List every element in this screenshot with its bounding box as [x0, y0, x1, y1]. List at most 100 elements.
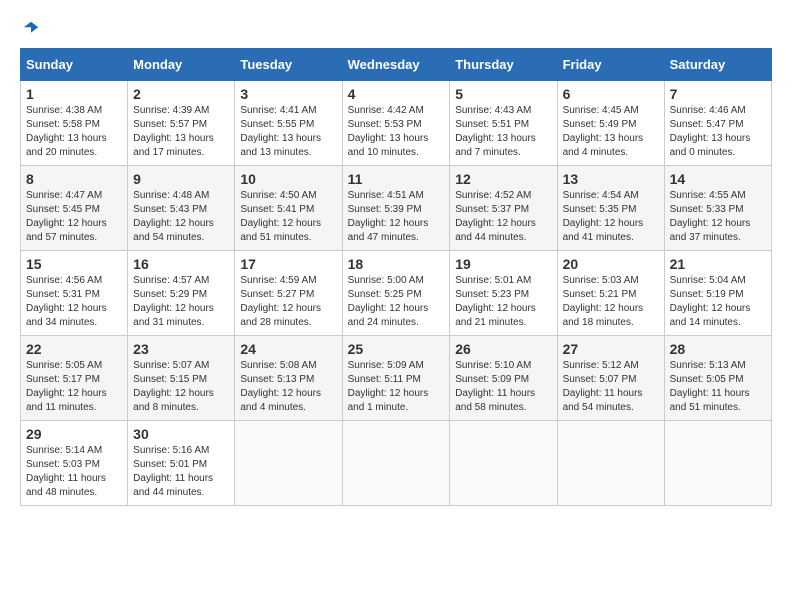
day-info: Sunrise: 4:52 AMSunset: 5:37 PMDaylight:… — [455, 190, 536, 243]
day-number: 17 — [240, 256, 336, 272]
calendar-day-cell: 28 Sunrise: 5:13 AMSunset: 5:05 PMDaylig… — [664, 336, 771, 421]
day-number: 30 — [133, 426, 229, 442]
day-number: 16 — [133, 256, 229, 272]
day-number: 19 — [455, 256, 551, 272]
weekday-header: Tuesday — [235, 49, 342, 81]
calendar-week-row: 29 Sunrise: 5:14 AMSunset: 5:03 PMDaylig… — [21, 421, 772, 506]
calendar-table: SundayMondayTuesdayWednesdayThursdayFrid… — [20, 48, 772, 506]
calendar-day-cell — [664, 421, 771, 506]
day-info: Sunrise: 5:13 AMSunset: 5:05 PMDaylight:… — [670, 360, 750, 413]
day-number: 6 — [563, 86, 659, 102]
day-number: 2 — [133, 86, 229, 102]
calendar-day-cell: 30 Sunrise: 5:16 AMSunset: 5:01 PMDaylig… — [128, 421, 235, 506]
day-info: Sunrise: 4:42 AMSunset: 5:53 PMDaylight:… — [348, 105, 429, 158]
weekday-header: Saturday — [664, 49, 771, 81]
day-info: Sunrise: 4:59 AMSunset: 5:27 PMDaylight:… — [240, 275, 321, 328]
day-info: Sunrise: 5:16 AMSunset: 5:01 PMDaylight:… — [133, 445, 213, 498]
weekday-header: Wednesday — [342, 49, 450, 81]
day-number: 9 — [133, 171, 229, 187]
calendar-day-cell: 20 Sunrise: 5:03 AMSunset: 5:21 PMDaylig… — [557, 251, 664, 336]
calendar-day-cell: 7 Sunrise: 4:46 AMSunset: 5:47 PMDayligh… — [664, 81, 771, 166]
calendar-day-cell: 1 Sunrise: 4:38 AMSunset: 5:58 PMDayligh… — [21, 81, 128, 166]
day-number: 23 — [133, 341, 229, 357]
calendar-day-cell: 8 Sunrise: 4:47 AMSunset: 5:45 PMDayligh… — [21, 166, 128, 251]
calendar-day-cell: 10 Sunrise: 4:50 AMSunset: 5:41 PMDaylig… — [235, 166, 342, 251]
day-number: 5 — [455, 86, 551, 102]
day-info: Sunrise: 4:54 AMSunset: 5:35 PMDaylight:… — [563, 190, 644, 243]
calendar-week-row: 15 Sunrise: 4:56 AMSunset: 5:31 PMDaylig… — [21, 251, 772, 336]
calendar-day-cell: 21 Sunrise: 5:04 AMSunset: 5:19 PMDaylig… — [664, 251, 771, 336]
day-number: 18 — [348, 256, 445, 272]
day-info: Sunrise: 5:04 AMSunset: 5:19 PMDaylight:… — [670, 275, 751, 328]
day-number: 25 — [348, 341, 445, 357]
day-info: Sunrise: 5:03 AMSunset: 5:21 PMDaylight:… — [563, 275, 644, 328]
calendar-week-row: 8 Sunrise: 4:47 AMSunset: 5:45 PMDayligh… — [21, 166, 772, 251]
day-number: 10 — [240, 171, 336, 187]
day-info: Sunrise: 4:48 AMSunset: 5:43 PMDaylight:… — [133, 190, 214, 243]
calendar-day-cell: 2 Sunrise: 4:39 AMSunset: 5:57 PMDayligh… — [128, 81, 235, 166]
weekday-header: Friday — [557, 49, 664, 81]
calendar-week-row: 22 Sunrise: 5:05 AMSunset: 5:17 PMDaylig… — [21, 336, 772, 421]
calendar-day-cell: 22 Sunrise: 5:05 AMSunset: 5:17 PMDaylig… — [21, 336, 128, 421]
day-info: Sunrise: 4:45 AMSunset: 5:49 PMDaylight:… — [563, 105, 644, 158]
day-info: Sunrise: 5:01 AMSunset: 5:23 PMDaylight:… — [455, 275, 536, 328]
calendar-day-cell: 16 Sunrise: 4:57 AMSunset: 5:29 PMDaylig… — [128, 251, 235, 336]
day-info: Sunrise: 5:12 AMSunset: 5:07 PMDaylight:… — [563, 360, 643, 413]
day-info: Sunrise: 4:39 AMSunset: 5:57 PMDaylight:… — [133, 105, 214, 158]
calendar-day-cell: 15 Sunrise: 4:56 AMSunset: 5:31 PMDaylig… — [21, 251, 128, 336]
calendar-day-cell: 14 Sunrise: 4:55 AMSunset: 5:33 PMDaylig… — [664, 166, 771, 251]
day-number: 29 — [26, 426, 122, 442]
day-number: 28 — [670, 341, 766, 357]
logo — [20, 20, 40, 38]
calendar-day-cell: 3 Sunrise: 4:41 AMSunset: 5:55 PMDayligh… — [235, 81, 342, 166]
calendar-day-cell: 27 Sunrise: 5:12 AMSunset: 5:07 PMDaylig… — [557, 336, 664, 421]
day-number: 14 — [670, 171, 766, 187]
calendar-day-cell: 26 Sunrise: 5:10 AMSunset: 5:09 PMDaylig… — [450, 336, 557, 421]
weekday-header: Monday — [128, 49, 235, 81]
calendar-day-cell — [235, 421, 342, 506]
day-info: Sunrise: 4:57 AMSunset: 5:29 PMDaylight:… — [133, 275, 214, 328]
calendar-day-cell: 19 Sunrise: 5:01 AMSunset: 5:23 PMDaylig… — [450, 251, 557, 336]
day-number: 20 — [563, 256, 659, 272]
page-header — [20, 20, 772, 38]
calendar-week-row: 1 Sunrise: 4:38 AMSunset: 5:58 PMDayligh… — [21, 81, 772, 166]
day-info: Sunrise: 4:56 AMSunset: 5:31 PMDaylight:… — [26, 275, 107, 328]
day-number: 3 — [240, 86, 336, 102]
weekday-header: Sunday — [21, 49, 128, 81]
day-number: 26 — [455, 341, 551, 357]
calendar-day-cell — [342, 421, 450, 506]
calendar-day-cell: 25 Sunrise: 5:09 AMSunset: 5:11 PMDaylig… — [342, 336, 450, 421]
calendar-day-cell: 23 Sunrise: 5:07 AMSunset: 5:15 PMDaylig… — [128, 336, 235, 421]
day-number: 11 — [348, 171, 445, 187]
day-info: Sunrise: 4:38 AMSunset: 5:58 PMDaylight:… — [26, 105, 107, 158]
calendar-day-cell: 24 Sunrise: 5:08 AMSunset: 5:13 PMDaylig… — [235, 336, 342, 421]
calendar-day-cell: 29 Sunrise: 5:14 AMSunset: 5:03 PMDaylig… — [21, 421, 128, 506]
day-info: Sunrise: 4:51 AMSunset: 5:39 PMDaylight:… — [348, 190, 429, 243]
calendar-day-cell: 12 Sunrise: 4:52 AMSunset: 5:37 PMDaylig… — [450, 166, 557, 251]
day-info: Sunrise: 5:09 AMSunset: 5:11 PMDaylight:… — [348, 360, 429, 413]
logo-flag-icon — [22, 20, 40, 38]
calendar-day-cell: 11 Sunrise: 4:51 AMSunset: 5:39 PMDaylig… — [342, 166, 450, 251]
calendar-body: 1 Sunrise: 4:38 AMSunset: 5:58 PMDayligh… — [21, 81, 772, 506]
day-info: Sunrise: 5:08 AMSunset: 5:13 PMDaylight:… — [240, 360, 321, 413]
day-number: 21 — [670, 256, 766, 272]
day-number: 7 — [670, 86, 766, 102]
day-info: Sunrise: 4:47 AMSunset: 5:45 PMDaylight:… — [26, 190, 107, 243]
day-info: Sunrise: 5:07 AMSunset: 5:15 PMDaylight:… — [133, 360, 214, 413]
calendar-day-cell — [450, 421, 557, 506]
day-info: Sunrise: 5:14 AMSunset: 5:03 PMDaylight:… — [26, 445, 106, 498]
day-info: Sunrise: 5:00 AMSunset: 5:25 PMDaylight:… — [348, 275, 429, 328]
calendar-header: SundayMondayTuesdayWednesdayThursdayFrid… — [21, 49, 772, 81]
day-info: Sunrise: 4:41 AMSunset: 5:55 PMDaylight:… — [240, 105, 321, 158]
calendar-day-cell: 18 Sunrise: 5:00 AMSunset: 5:25 PMDaylig… — [342, 251, 450, 336]
day-number: 27 — [563, 341, 659, 357]
day-info: Sunrise: 4:55 AMSunset: 5:33 PMDaylight:… — [670, 190, 751, 243]
day-info: Sunrise: 4:43 AMSunset: 5:51 PMDaylight:… — [455, 105, 536, 158]
calendar-day-cell: 9 Sunrise: 4:48 AMSunset: 5:43 PMDayligh… — [128, 166, 235, 251]
day-info: Sunrise: 4:46 AMSunset: 5:47 PMDaylight:… — [670, 105, 751, 158]
header-row: SundayMondayTuesdayWednesdayThursdayFrid… — [21, 49, 772, 81]
weekday-header: Thursday — [450, 49, 557, 81]
calendar-day-cell: 17 Sunrise: 4:59 AMSunset: 5:27 PMDaylig… — [235, 251, 342, 336]
day-number: 15 — [26, 256, 122, 272]
day-info: Sunrise: 5:05 AMSunset: 5:17 PMDaylight:… — [26, 360, 107, 413]
